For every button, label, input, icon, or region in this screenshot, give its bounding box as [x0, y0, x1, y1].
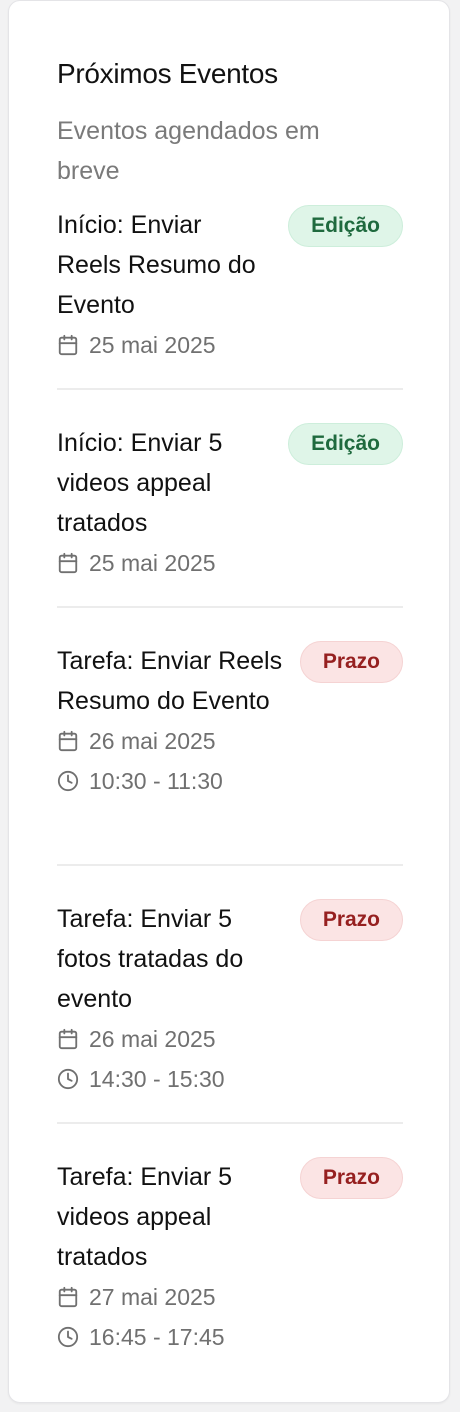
divider	[57, 388, 403, 390]
event-title: Início: Enviar Reels Resumo do Evento	[57, 211, 256, 319]
clock-icon	[57, 770, 79, 792]
status-badge: Prazo	[299, 641, 403, 683]
event-time: 14:30 - 15:30	[89, 1065, 225, 1092]
event-date: 26 mai 2025	[89, 1025, 216, 1052]
card-title: Próximos Eventos	[57, 58, 278, 89]
event-title: Tarefa: Enviar 5 videos appeal tratados	[57, 1163, 233, 1271]
event-date-row: 25 mai 2025	[57, 543, 403, 583]
event-date-row: 25 mai 2025	[57, 325, 403, 365]
event-time-row: 16:45 - 17:45	[57, 1317, 403, 1357]
event-item[interactable]: Tarefa: Enviar Reels Resumo do Evento Pr…	[57, 641, 403, 801]
event-date: 25 mai 2025	[89, 331, 216, 358]
event-date: 27 mai 2025	[89, 1283, 216, 1310]
calendar-icon	[58, 334, 78, 356]
clock-icon	[57, 1068, 79, 1090]
event-date: 26 mai 2025	[89, 727, 216, 754]
status-badge: Edição	[288, 423, 403, 465]
event-time-row: 14:30 - 15:30	[57, 1059, 403, 1099]
event-time: 10:30 - 11:30	[89, 767, 223, 794]
event-date-row: 26 mai 2025	[57, 721, 403, 761]
divider	[57, 864, 403, 866]
event-item[interactable]: Início: Enviar 5 videos appeal tratados …	[57, 423, 403, 583]
card-subtitle: Eventos agendados em breve	[57, 117, 320, 185]
status-badge: Prazo	[299, 899, 403, 941]
event-title: Início: Enviar 5 videos appeal tratados	[57, 429, 223, 537]
calendar-icon	[58, 1286, 78, 1308]
status-badge: Edição	[288, 205, 403, 247]
clock-icon	[57, 1326, 79, 1348]
divider	[57, 606, 403, 608]
calendar-icon	[58, 1028, 78, 1050]
status-badge: Prazo	[299, 1157, 403, 1199]
event-item[interactable]: Tarefa: Enviar 5 videos appeal tratados …	[57, 1157, 403, 1357]
event-date: 25 mai 2025	[89, 549, 216, 576]
event-time-row: 10:30 - 11:30	[57, 761, 403, 801]
calendar-icon	[58, 552, 78, 574]
event-title: Tarefa: Enviar Reels Resumo do Evento	[57, 647, 283, 715]
upcoming-events-card: Próximos Eventos Eventos agendados em br…	[8, 0, 450, 1403]
event-title: Tarefa: Enviar 5 fotos tratadas do event…	[57, 905, 244, 1013]
event-time: 16:45 - 17:45	[89, 1323, 225, 1350]
divider	[57, 1122, 403, 1124]
event-date-row: 27 mai 2025	[57, 1277, 403, 1317]
calendar-icon	[58, 730, 78, 752]
event-item[interactable]: Início: Enviar Reels Resumo do Evento Ed…	[57, 205, 403, 365]
event-item[interactable]: Tarefa: Enviar 5 fotos tratadas do event…	[57, 899, 403, 1099]
event-date-row: 26 mai 2025	[57, 1019, 403, 1059]
